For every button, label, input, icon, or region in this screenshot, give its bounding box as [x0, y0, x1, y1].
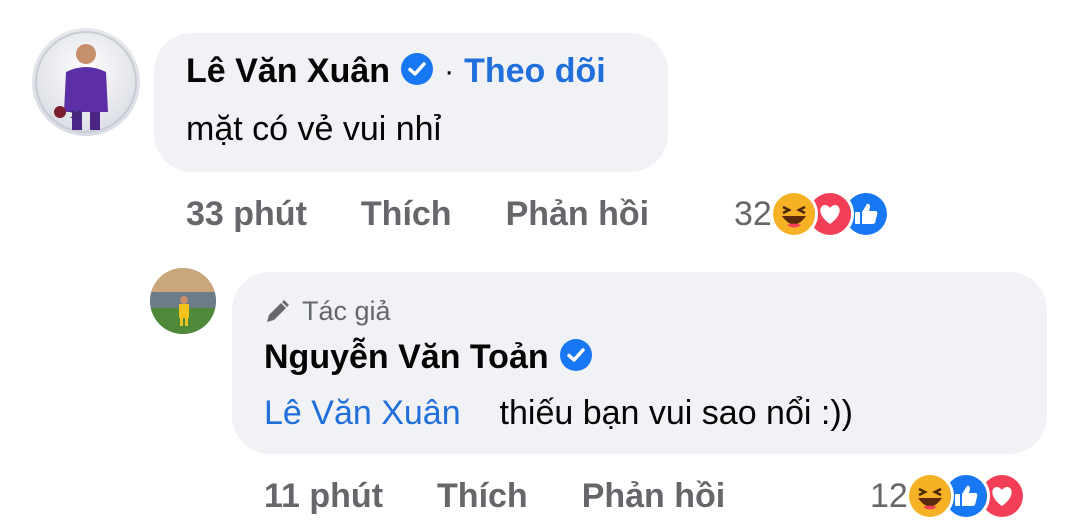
haha-icon	[769, 190, 818, 238]
mention-link[interactable]: Lê Văn Xuân	[264, 394, 461, 432]
reply-header: Nguyễn Văn Toản	[264, 338, 593, 377]
verified-badge-icon	[400, 52, 434, 91]
comment-text: mặt có vẻ vui nhỉ	[186, 110, 442, 148]
follow-button[interactable]: Theo dõi	[464, 52, 606, 91]
haha-icon	[905, 472, 954, 520]
pencil-icon	[267, 299, 289, 322]
reaction-count: 32	[734, 194, 772, 233]
comment-actions: 33 phút Thích Phản hồi	[186, 195, 703, 234]
reply-button[interactable]: Phản hồi	[582, 477, 726, 516]
comment-author-name[interactable]: Lê Văn Xuân	[186, 52, 390, 91]
reply-author-name[interactable]: Nguyễn Văn Toản	[264, 338, 549, 377]
author-tag-label: Tác giả	[302, 296, 391, 326]
reply-text: thiếu bạn vui sao nổi :))	[499, 394, 853, 432]
verified-badge-icon	[559, 338, 593, 377]
reply-button[interactable]: Phản hồi	[506, 195, 650, 234]
like-button[interactable]: Thích	[437, 477, 528, 516]
avatar[interactable]: 15	[32, 28, 140, 136]
like-button[interactable]: Thích	[361, 195, 452, 234]
reply-text-line: Lê Văn Xuân thiếu bạn vui sao nổi :))	[264, 394, 853, 433]
avatar[interactable]	[150, 268, 216, 334]
comment-header: Lê Văn Xuân · Theo dõi	[186, 52, 606, 91]
reply-time[interactable]: 11 phút	[264, 477, 383, 516]
author-tag: Tác giả	[264, 296, 391, 327]
comment-time[interactable]: 33 phút	[186, 195, 307, 234]
reaction-summary[interactable]: 32	[734, 190, 890, 238]
reply-actions: 11 phút Thích Phản hồi	[264, 477, 779, 516]
reaction-count: 12	[870, 476, 908, 515]
reaction-summary[interactable]: 12	[870, 472, 1026, 520]
separator-dot: ·	[444, 54, 455, 88]
svg-text:15: 15	[70, 109, 82, 121]
